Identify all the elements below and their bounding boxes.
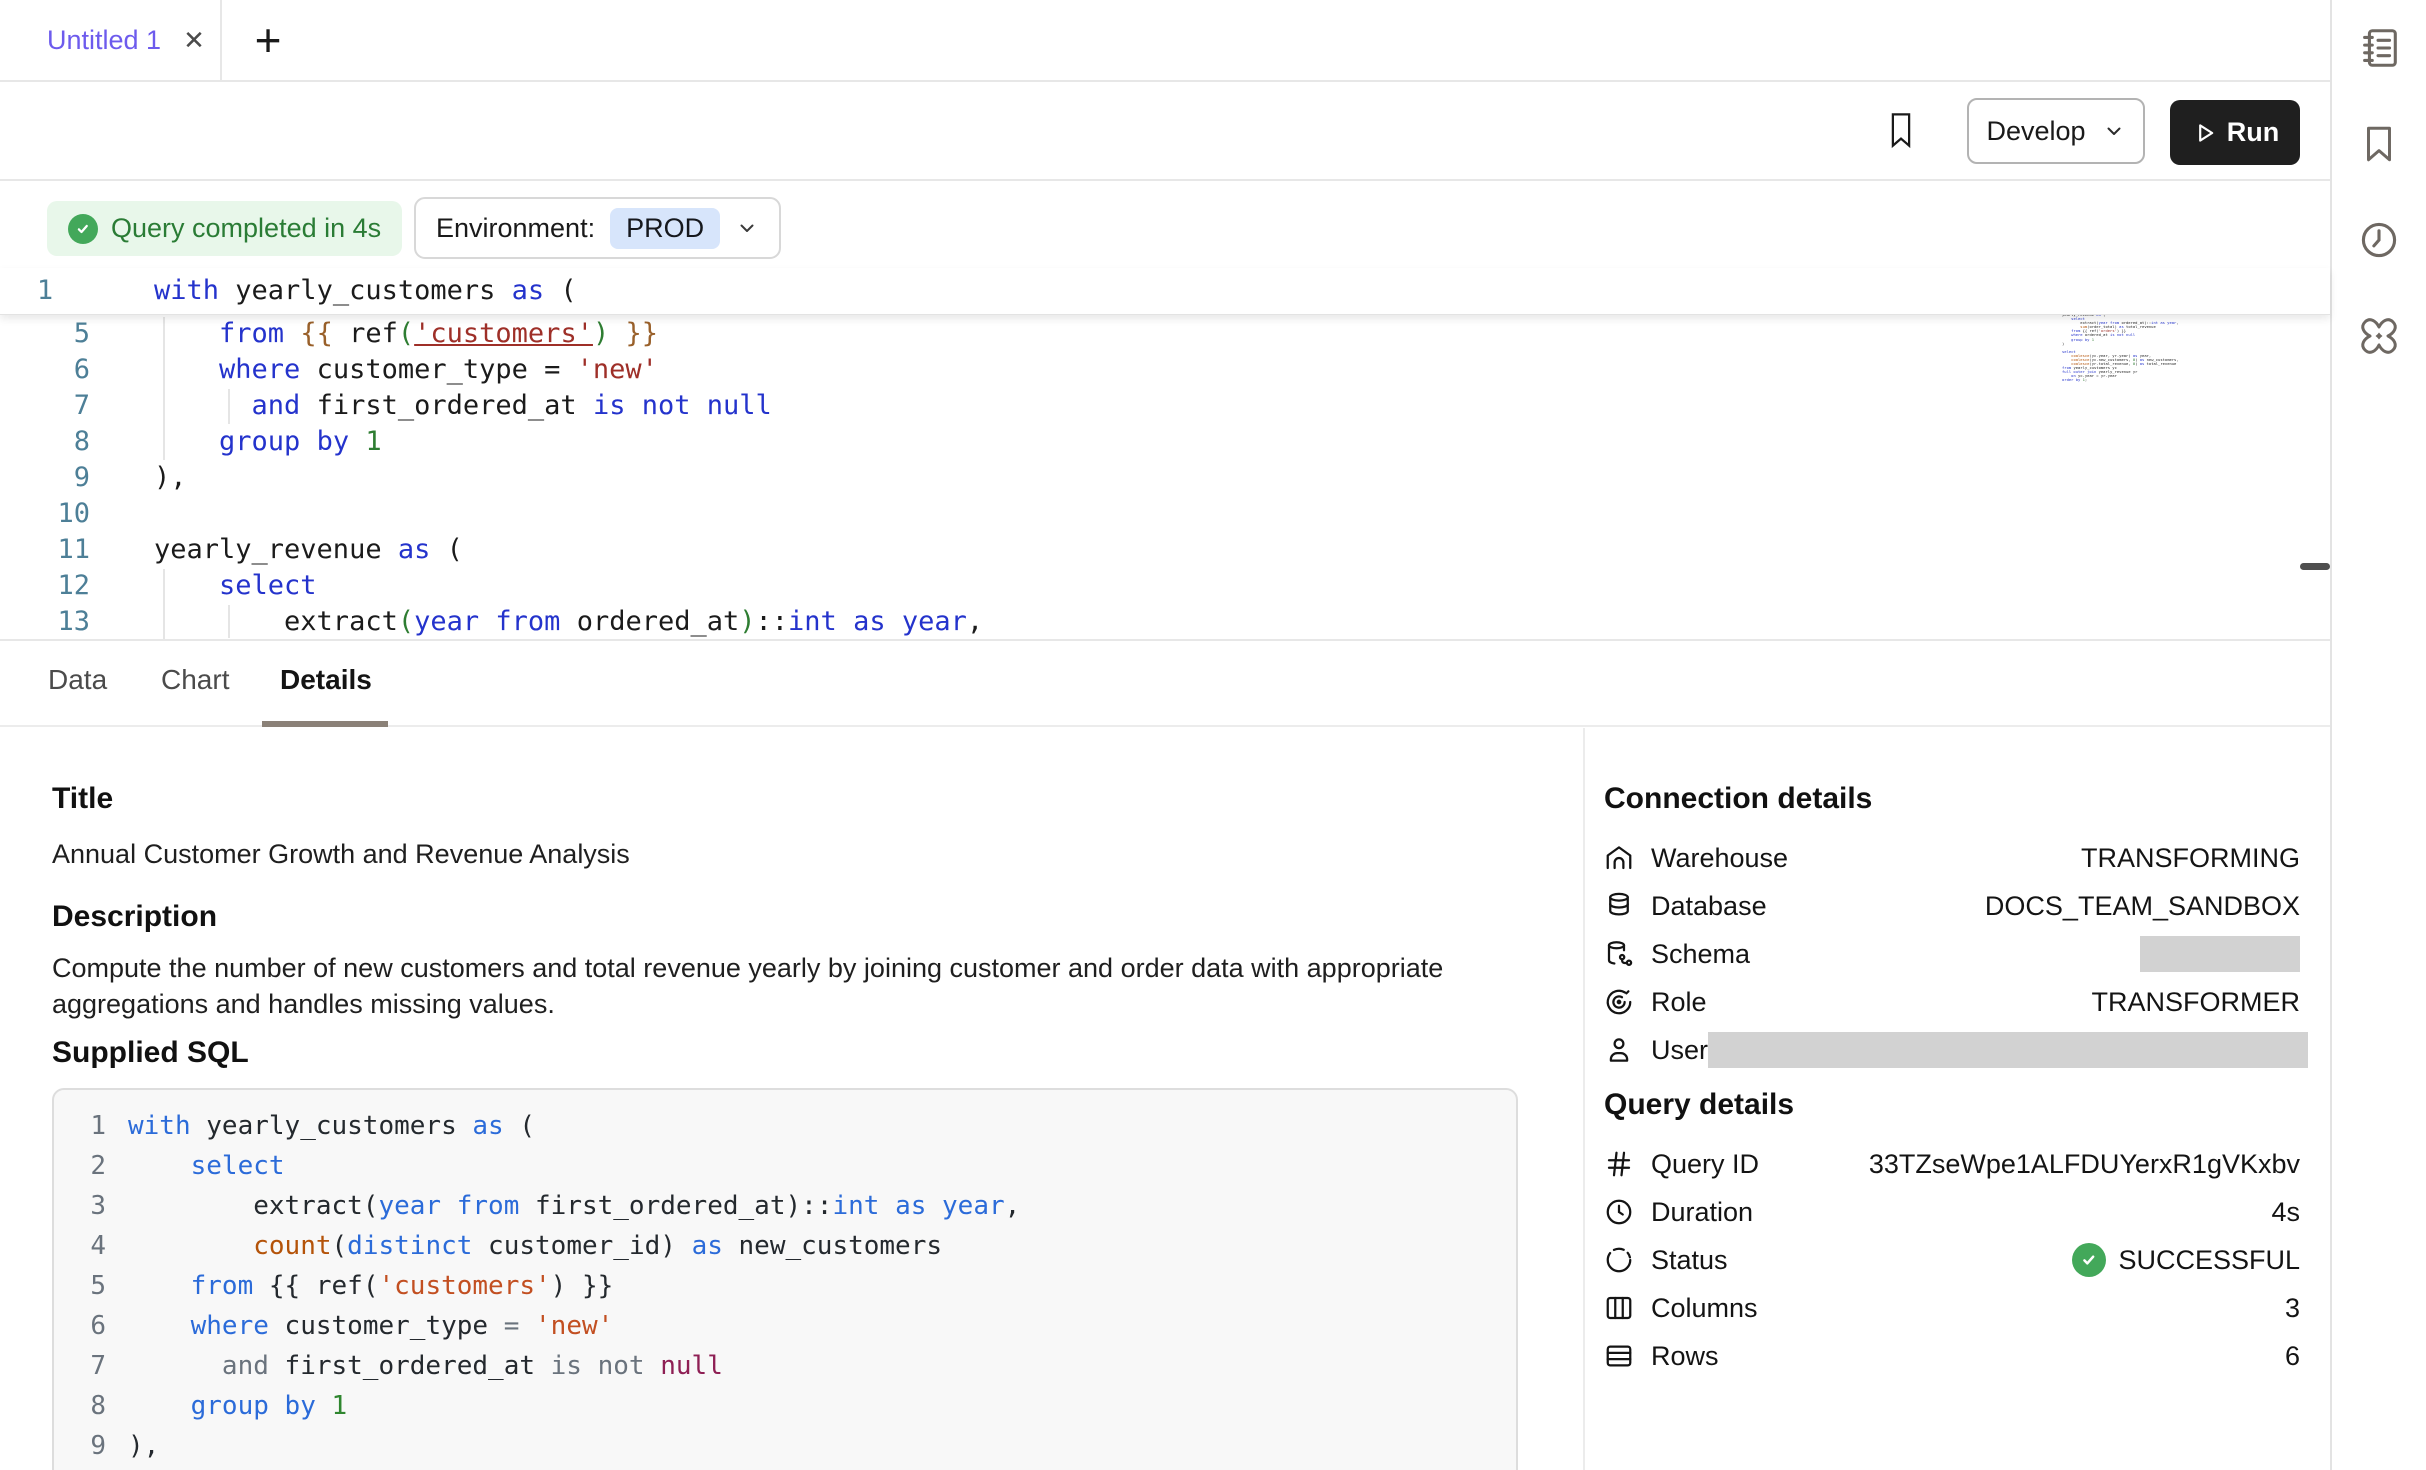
toolbar-divider bbox=[0, 179, 2330, 181]
row-label: Rows bbox=[1651, 1341, 1719, 1372]
warehouse-icon bbox=[1604, 843, 1634, 873]
chevron-down-icon bbox=[2102, 119, 2126, 143]
connection-row-schema: Schema bbox=[1604, 934, 2300, 974]
connection-row-database: Database DOCS_TEAM_SANDBOX bbox=[1604, 886, 2300, 926]
row-label: User bbox=[1651, 1035, 1708, 1066]
query-row-rows: Rows 6 bbox=[1604, 1336, 2300, 1376]
app-window: Untitled 1 ✕ + Develop Run Query complet… bbox=[0, 0, 2426, 1470]
query-details-heading: Query details bbox=[1604, 1088, 2300, 1122]
connection-row-user: User bbox=[1604, 1030, 2300, 1070]
supplied-sql-heading: Supplied SQL bbox=[52, 1036, 1532, 1070]
sidebar-bookmark-button[interactable] bbox=[2332, 97, 2426, 191]
redacted-value bbox=[1708, 1032, 2308, 1068]
row-label: Schema bbox=[1651, 939, 1750, 970]
details-content: Title Annual Customer Growth and Revenue… bbox=[52, 746, 1532, 1470]
develop-dropdown[interactable]: Develop bbox=[1967, 98, 2145, 164]
row-value: DOCS_TEAM_SANDBOX bbox=[1985, 891, 2300, 922]
develop-label: Develop bbox=[1986, 116, 2085, 147]
clock-icon bbox=[1604, 1197, 1634, 1227]
details-panel-divider bbox=[1583, 728, 1585, 1470]
redacted-value bbox=[2140, 936, 2300, 972]
schema-icon bbox=[1604, 939, 1634, 969]
columns-icon bbox=[1604, 1293, 1634, 1323]
row-value: TRANSFORMING bbox=[2081, 843, 2300, 874]
query-row-duration: Duration 4s bbox=[1604, 1192, 2300, 1232]
hash-icon bbox=[1604, 1149, 1634, 1179]
status-value: SUCCESSFUL bbox=[2118, 1245, 2300, 1276]
play-icon bbox=[2191, 120, 2217, 146]
query-row-id: Query ID 33TZseWpe1ALFDUYerxR1gVKxbv bbox=[1604, 1144, 2300, 1184]
row-label: Warehouse bbox=[1651, 843, 1788, 874]
check-circle-icon bbox=[68, 214, 98, 244]
row-label: Role bbox=[1651, 987, 1707, 1018]
sidebar-notebook-button[interactable] bbox=[2332, 0, 2426, 95]
tab-data[interactable]: Data bbox=[48, 664, 107, 696]
row-value: 4s bbox=[2271, 1197, 2300, 1228]
notebook-icon bbox=[2356, 25, 2402, 71]
row-label: Columns bbox=[1651, 1293, 1758, 1324]
query-row-status: Status SUCCESSFUL bbox=[1604, 1240, 2300, 1280]
run-button[interactable]: Run bbox=[2170, 100, 2300, 165]
right-sidebar bbox=[2332, 0, 2426, 1470]
clock-icon bbox=[2357, 218, 2401, 262]
connection-row-warehouse: Warehouse TRANSFORMING bbox=[1604, 838, 2300, 878]
active-tab-underline bbox=[262, 721, 388, 727]
description-heading: Description bbox=[52, 900, 1532, 934]
editor-sticky-code: 1with yearly_customers as ( bbox=[0, 268, 2330, 313]
row-value: 3 bbox=[2285, 1293, 2300, 1324]
success-check-icon bbox=[2072, 1243, 2106, 1277]
scrollbar-thumb[interactable] bbox=[2300, 563, 2330, 570]
query-row-columns: Columns 3 bbox=[1604, 1288, 2300, 1328]
tab-bar: Untitled 1 ✕ + bbox=[0, 0, 2330, 80]
query-status-badge: Query completed in 4s bbox=[47, 201, 402, 256]
row-label: Duration bbox=[1651, 1197, 1753, 1228]
tabbar-divider bbox=[0, 80, 2330, 82]
close-icon[interactable]: ✕ bbox=[183, 27, 205, 53]
query-status-text: Query completed in 4s bbox=[111, 213, 381, 244]
description-value: Compute the number of new customers and … bbox=[52, 950, 1452, 1022]
sidebar-lineage-button[interactable] bbox=[2332, 289, 2426, 382]
row-value: 6 bbox=[2285, 1341, 2300, 1372]
connection-details-heading: Connection details bbox=[1604, 782, 2300, 816]
row-value: 33TZseWpe1ALFDUYerxR1gVKxbv bbox=[1869, 1149, 2300, 1180]
environment-selector[interactable]: Environment: PROD bbox=[414, 197, 781, 259]
environment-label: Environment: bbox=[436, 213, 595, 244]
tab-divider bbox=[220, 0, 222, 80]
sidebar-history-button[interactable] bbox=[2332, 193, 2426, 287]
tab-details[interactable]: Details bbox=[280, 664, 372, 696]
supplied-sql-code: 1with yearly_customers as (2 select3 ext… bbox=[52, 1088, 1518, 1470]
bookmark-button[interactable] bbox=[1882, 104, 1920, 156]
title-heading: Title bbox=[52, 782, 1532, 816]
details-side-panel: Connection details Warehouse TRANSFORMIN… bbox=[1604, 746, 2300, 1384]
tab-chart[interactable]: Chart bbox=[161, 664, 229, 696]
tab-label: Untitled 1 bbox=[47, 25, 161, 56]
user-icon bbox=[1604, 1035, 1634, 1065]
run-label: Run bbox=[2227, 117, 2279, 148]
lineage-icon bbox=[2355, 312, 2403, 360]
rows-icon bbox=[1604, 1341, 1634, 1371]
sql-editor[interactable]: 5 from {{ ref('customers') }}6 where cus… bbox=[0, 316, 2330, 640]
bookmark-icon bbox=[2358, 123, 2400, 165]
database-icon bbox=[1604, 891, 1634, 921]
loader-circle-icon bbox=[1604, 1245, 1634, 1275]
row-value: TRANSFORMER bbox=[2092, 987, 2301, 1018]
environment-value-badge: PROD bbox=[610, 208, 720, 249]
title-value: Annual Customer Growth and Revenue Analy… bbox=[52, 836, 1532, 872]
new-tab-button[interactable]: + bbox=[238, 0, 298, 80]
role-icon bbox=[1604, 987, 1634, 1017]
row-label: Database bbox=[1651, 891, 1767, 922]
editor-sticky-line: 1with yearly_customers as ( bbox=[0, 268, 2330, 315]
row-label: Status bbox=[1651, 1245, 1728, 1276]
tab-untitled-1[interactable]: Untitled 1 ✕ bbox=[0, 0, 220, 80]
row-label: Query ID bbox=[1651, 1149, 1759, 1180]
connection-row-role: Role TRANSFORMER bbox=[1604, 982, 2300, 1022]
bookmark-icon bbox=[1886, 110, 1916, 150]
chevron-down-icon bbox=[735, 216, 759, 240]
